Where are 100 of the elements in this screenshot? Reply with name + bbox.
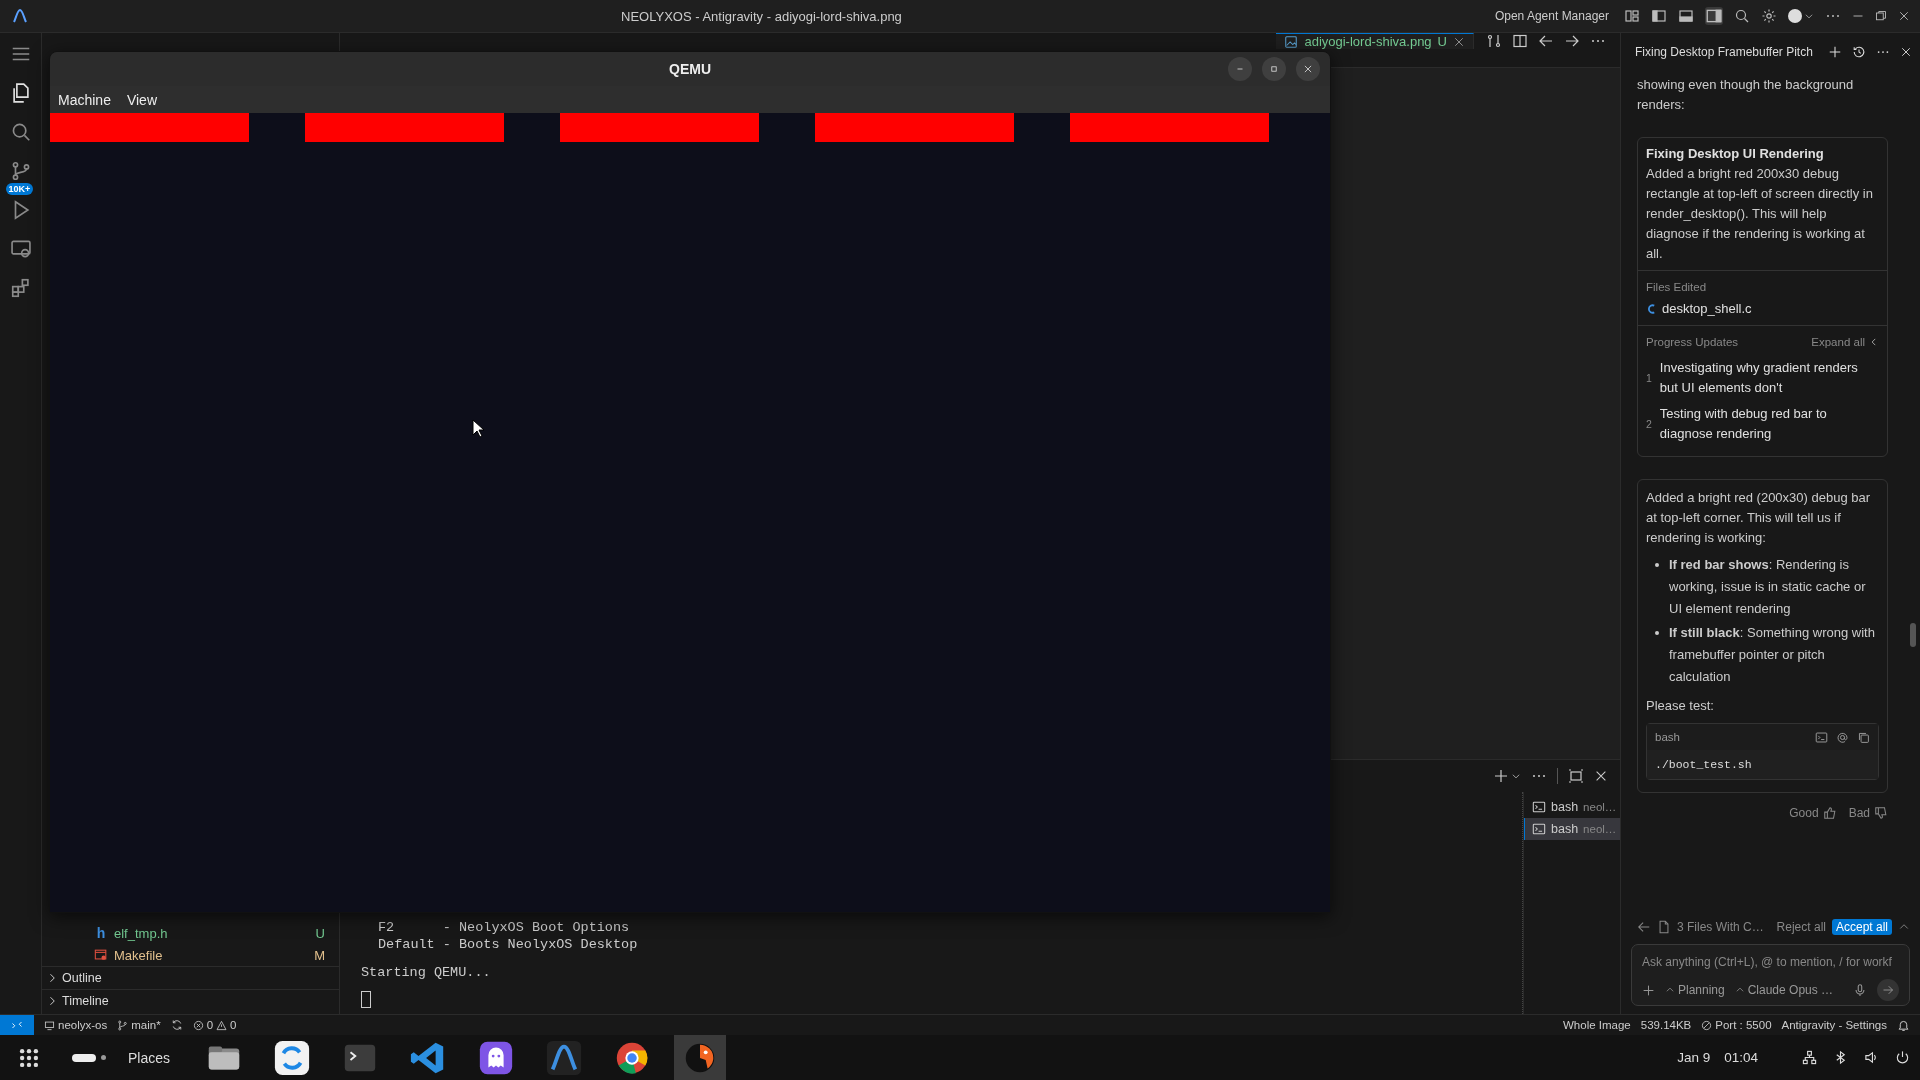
chevron-icon[interactable] (1869, 337, 1879, 347)
power-icon[interactable] (1895, 1050, 1910, 1065)
section-header[interactable]: Timeline (42, 989, 339, 1012)
workspace-indicator[interactable] (72, 1053, 106, 1062)
model-selector[interactable]: Claude Opus … (1734, 983, 1834, 997)
workspace-name[interactable]: neolyx-os (58, 1019, 108, 1031)
error-count[interactable]: 0 (206, 1019, 214, 1031)
bullet-text: If red bar shows: Rendering is working, issue is in static cache or UI element rendering (1669, 556, 1867, 618)
maximize-panel-icon[interactable] (1568, 768, 1584, 784)
history-icon[interactable] (1852, 45, 1866, 59)
maximize-button[interactable] (1262, 57, 1286, 81)
file-name[interactable]: elf_tmp.h (114, 925, 310, 941)
close-button[interactable] (1296, 57, 1320, 81)
account-avatar[interactable] (1788, 9, 1814, 23)
menu-item[interactable]: View (126, 91, 157, 108)
sync-icon[interactable] (170, 1019, 183, 1031)
copy-icon[interactable] (1857, 730, 1870, 744)
status-item[interactable]: Port : 5500 (1715, 1019, 1772, 1031)
caret-icon (1804, 11, 1814, 21)
settings-icon[interactable] (1761, 8, 1777, 24)
expand-all-button[interactable]: Expand all (1811, 332, 1865, 352)
section-header[interactable]: Outline (42, 966, 339, 989)
taskbar-app[interactable] (674, 1035, 727, 1080)
panel-toggle-icon[interactable] (1678, 8, 1694, 24)
good-button[interactable]: Good (1789, 803, 1837, 823)
search-icon[interactable] (1734, 8, 1750, 24)
status-item[interactable]: 539.14KB (1640, 1019, 1692, 1031)
chat-input-box[interactable]: Ask anything (Ctrl+L), @ to mention, / for workf Planning Claude Opus … (1631, 944, 1910, 1006)
sidebar-toggle-icon[interactable] (1651, 8, 1667, 24)
layout-icon[interactable] (1624, 8, 1640, 24)
bad-button[interactable]: Bad (1848, 803, 1888, 823)
message-text: Please test: (1646, 697, 1715, 715)
reject-all-button[interactable]: Reject all (1776, 920, 1826, 934)
extensions-icon[interactable] (9, 277, 32, 299)
app-logo-icon (12, 8, 28, 24)
remote-explorer-icon[interactable] (9, 238, 32, 260)
caret-icon (1664, 985, 1675, 995)
terminal-line: Default - Boots NeolyxOS Desktop (377, 936, 639, 953)
status-item[interactable]: Antigravity - Settings (1781, 1019, 1887, 1031)
close-icon[interactable] (1594, 769, 1608, 783)
mention-icon[interactable] (1836, 730, 1849, 744)
accept-all-button[interactable]: Accept all (1831, 919, 1892, 935)
close-icon[interactable] (1898, 10, 1910, 22)
new-terminal-button[interactable] (1493, 768, 1521, 784)
scrollbar-thumb[interactable] (1910, 623, 1916, 647)
panel-title: Fixing Desktop Framebuffer Pitch (1635, 45, 1814, 59)
mode-selector[interactable]: Planning (1664, 983, 1725, 997)
section-heading: Progress Updates (1646, 335, 1739, 350)
split-editor-icon[interactable] (1512, 33, 1528, 49)
step-text: Testing with debug red bar to diagnose rendering (1659, 405, 1828, 443)
terminal-icon (1532, 822, 1546, 836)
network-icon[interactable] (1802, 1050, 1817, 1065)
changes-summary[interactable]: 3 Files With C… (1677, 920, 1771, 934)
forward-icon[interactable] (1564, 33, 1580, 49)
branch-icon (117, 1019, 129, 1031)
bullet-icon (1655, 563, 1659, 567)
step-text: Investigating why gradient renders but UI elements don't (1659, 359, 1859, 397)
app-grid-icon[interactable] (18, 1046, 40, 1069)
branch-name[interactable]: main* (131, 1019, 161, 1031)
header-file-icon: h (94, 925, 108, 941)
terminal-session[interactable]: bash neol… (1524, 796, 1620, 818)
run-in-terminal-icon[interactable] (1815, 730, 1828, 744)
thumbs-down-icon (1874, 806, 1888, 820)
volume-icon[interactable] (1864, 1050, 1879, 1065)
add-icon[interactable] (1642, 983, 1655, 997)
clock[interactable]: Jan 9 01:04 (1677, 1050, 1758, 1065)
terminal-session[interactable]: bash neol… (1524, 818, 1620, 840)
image-file-icon (1284, 34, 1299, 49)
thumbs-up-icon (1822, 806, 1837, 820)
warning-count[interactable]: 0 (230, 1019, 237, 1031)
terminal-icon (1532, 800, 1546, 814)
secondary-sidebar-toggle-icon[interactable] (1705, 7, 1723, 25)
status-item[interactable]: Whole Image (1563, 1019, 1631, 1031)
file-link[interactable]: desktop_shell.c (1662, 299, 1752, 319)
arrow-icon (1882, 984, 1894, 996)
places-menu[interactable]: Places (128, 1049, 171, 1066)
message-text: showing even though the background renders: (1637, 76, 1855, 114)
tab-label: adiyogi-lord-shiva.png (1304, 34, 1432, 49)
window-title: QEMU (669, 61, 711, 77)
file-name[interactable]: Makefile (114, 947, 309, 963)
back-icon[interactable] (1538, 33, 1554, 49)
close-icon[interactable] (1900, 46, 1912, 58)
antigravity-app-icon (545, 1038, 584, 1077)
error-icon (192, 1019, 204, 1031)
compare-icon[interactable] (1486, 33, 1502, 49)
message-text: Added a bright red (200x30) debug bar at top-left corner. This will tell us if rendering is working: (1646, 489, 1872, 547)
editor-tab[interactable]: adiyogi-lord-shiva.png U (1276, 33, 1474, 49)
caret-icon (1734, 985, 1745, 995)
mouse-cursor-icon (472, 419, 485, 438)
window-title: NEOLYXOS - Antigravity - adiyogi-lord-shiva.png (620, 8, 903, 24)
bell-icon[interactable] (1897, 1018, 1910, 1032)
task-summary: Added a bright red 200x30 debug rectangle at top-left of screen directly in render_desktop(). This will help diagnose if the rendering is working at all. (1646, 165, 1874, 263)
agent-manager-link[interactable]: Open Agent Manager (1494, 9, 1609, 23)
restore-icon[interactable] (1875, 10, 1887, 22)
section-heading: Files Edited (1646, 280, 1708, 295)
code-text: ./boot_test.sh (1647, 750, 1878, 779)
menu-item[interactable]: Machine (58, 91, 111, 108)
send-button[interactable] (1877, 979, 1899, 1001)
new-chat-icon[interactable] (1828, 45, 1842, 59)
close-icon[interactable] (1453, 35, 1465, 48)
